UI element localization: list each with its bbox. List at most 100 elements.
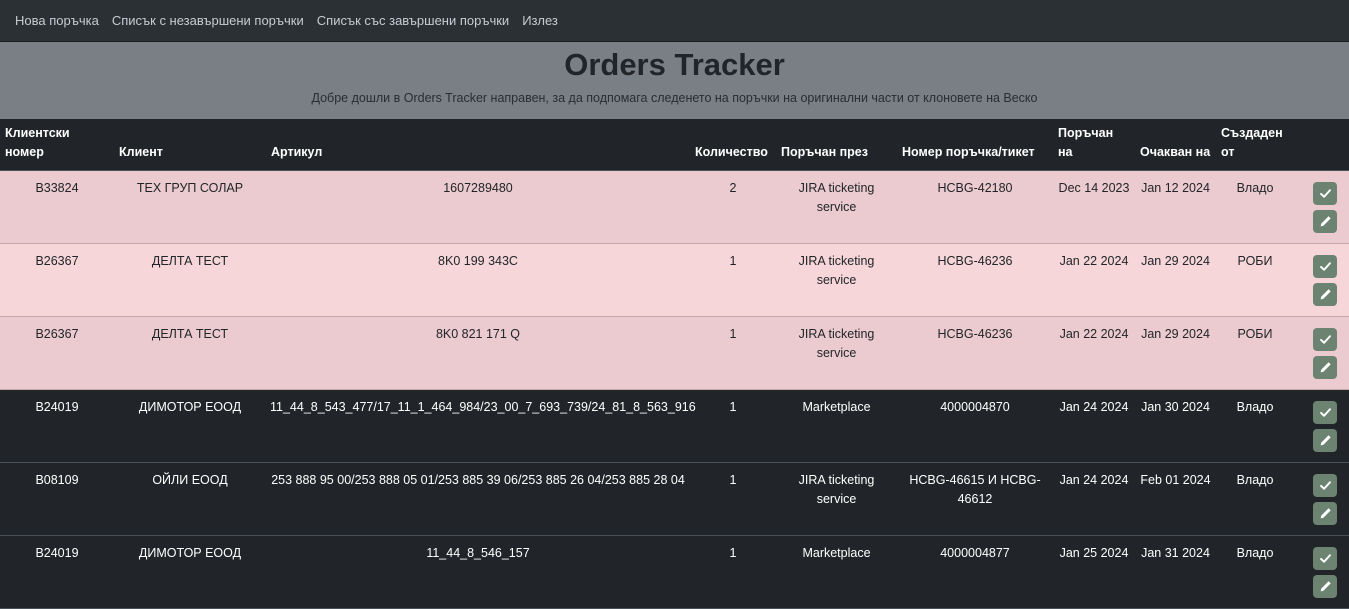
col-client-number: Клиентски номер [0,119,114,171]
cell-article: 11_44_8_543_477/17_11_1_464_984/23_00_7_… [266,389,696,463]
cell-quantity: 1 [690,243,776,317]
cell-ordered-via: Marketplace [776,389,897,463]
cell-ordered-on: Jan 24 2024 [1053,462,1135,536]
cell-actions [1294,389,1349,463]
cell-actions [1294,170,1349,244]
page-header: Orders Tracker Добре дошли в Orders Trac… [0,42,1349,119]
pencil-icon [1319,434,1332,447]
pencil-icon [1319,361,1332,374]
cell-actions [1294,316,1349,390]
cell-created-by: РОБИ [1216,243,1294,317]
cell-client: ДИМОТОР ЕООД [114,535,266,609]
col-ordered-via: Поръчан през [776,119,897,171]
mark-complete-button[interactable] [1313,401,1337,424]
col-ordered-on: Поръчан на [1053,119,1135,171]
edit-order-button[interactable] [1313,502,1337,525]
cell-quantity: 1 [690,316,776,390]
page-title: Orders Tracker [564,47,785,82]
cell-client-number: B26367 [0,316,114,390]
edit-order-button[interactable] [1313,575,1337,598]
cell-client-number: B24019 [0,389,114,463]
table-row: B24019 ДИМОТОР ЕООД 11_44_8_543_477/17_11_… [0,389,1349,463]
cell-article: 8K0 821 171 Q [266,316,690,390]
cell-client-number: B24019 [0,535,114,609]
cell-client-number: B26367 [0,243,114,317]
check-icon [1319,479,1332,492]
cell-ordered-on: Jan 24 2024 [1053,389,1135,463]
check-icon [1319,187,1332,200]
col-client: Клиент [114,119,266,171]
cell-ordered-via: JIRA ticketing service [776,316,897,390]
col-article: Артикул [266,119,690,171]
pencil-icon [1319,215,1332,228]
cell-quantity: 1 [690,389,776,463]
mark-complete-button[interactable] [1313,474,1337,497]
mark-complete-button[interactable] [1313,328,1337,351]
cell-client: ДЕЛТА ТЕСТ [114,243,266,317]
table-row: B33824 ТЕХ ГРУП СОЛАР 1607289480 2 JIRA tick… [0,170,1349,244]
cell-client-number: B08109 [0,462,114,536]
col-created-by: Създаден от [1216,119,1294,171]
table-header: Клиентски номер Клиент Артикул Количеств… [0,119,1349,171]
cell-ordered-on: Jan 22 2024 [1053,316,1135,390]
cell-client-number: B33824 [0,170,114,244]
cell-client: ОЙЛИ ЕООД [114,462,266,536]
cell-expected-on: Jan 31 2024 [1135,535,1216,609]
cell-article: 1607289480 [266,170,690,244]
cell-order-number: HCBG-46236 [897,243,1053,317]
edit-order-button[interactable] [1313,356,1337,379]
cell-quantity: 2 [690,170,776,244]
cell-article: 8K0 199 343C [266,243,690,317]
mark-complete-button[interactable] [1313,255,1337,278]
table-row: B24019 ДИМОТОР ЕООД 11_44_8_546_157 1 Market… [0,535,1349,609]
cell-actions [1294,243,1349,317]
nav-new-order[interactable]: Нова поръчка [15,13,99,28]
cell-quantity: 1 [690,462,776,536]
cell-ordered-on: Dec 14 2023 [1053,170,1135,244]
cell-expected-on: Feb 01 2024 [1135,462,1216,536]
col-order-number: Номер поръчка/тикет [897,119,1053,171]
cell-actions [1294,462,1349,536]
check-icon [1319,260,1332,273]
mark-complete-button[interactable] [1313,547,1337,570]
cell-expected-on: Jan 12 2024 [1135,170,1216,244]
cell-ordered-via: Marketplace [776,535,897,609]
check-icon [1319,333,1332,346]
cell-ordered-via: JIRA ticketing service [776,462,897,536]
cell-created-by: РОБИ [1216,316,1294,390]
col-actions [1294,119,1349,171]
edit-order-button[interactable] [1313,210,1337,233]
cell-ordered-on: Jan 22 2024 [1053,243,1135,317]
col-quantity: Количество [690,119,776,171]
cell-order-number: HCBG-42180 [897,170,1053,244]
nav-pending-orders[interactable]: Списък с незавършени поръчки [112,13,304,28]
edit-order-button[interactable] [1313,283,1337,306]
cell-client: ДИМОТОР ЕООД [114,389,266,463]
cell-client: ТЕХ ГРУП СОЛАР [114,170,266,244]
cell-expected-on: Jan 29 2024 [1135,316,1216,390]
cell-quantity: 1 [690,535,776,609]
table-row: B26367 ДЕЛТА ТЕСТ 8K0 199 343C 1 JIRA ticket… [0,243,1349,317]
cell-order-number: HCBG-46615 И HCBG-46612 [897,462,1053,536]
cell-expected-on: Jan 30 2024 [1135,389,1216,463]
page-subtitle: Добре дошли в Orders Tracker направен, з… [311,91,1038,105]
nav-logout[interactable]: Излез [522,13,558,28]
cell-created-by: Владо [1216,462,1294,536]
cell-ordered-via: JIRA ticketing service [776,170,897,244]
top-navbar: Нова поръчка Списък с незавършени поръчк… [0,0,1349,42]
cell-article: 11_44_8_546_157 [266,535,690,609]
pencil-icon [1319,288,1332,301]
cell-order-number: HCBG-46236 [897,316,1053,390]
cell-order-number: 4000004877 [897,535,1053,609]
pencil-icon [1319,507,1332,520]
cell-article: 253 888 95 00/253 888 05 01/253 885 39 0… [266,462,690,536]
pencil-icon [1319,580,1332,593]
table-body: B33824 ТЕХ ГРУП СОЛАР 1607289480 2 JIRA tick… [0,170,1349,609]
mark-complete-button[interactable] [1313,182,1337,205]
table-row: B26367 ДЕЛТА ТЕСТ 8K0 821 171 Q 1 JIRA ticke… [0,316,1349,390]
edit-order-button[interactable] [1313,429,1337,452]
col-expected-on: Очакван на [1135,119,1216,171]
cell-created-by: Владо [1216,170,1294,244]
nav-completed-orders[interactable]: Списък със завършени поръчки [317,13,509,28]
cell-ordered-on: Jan 25 2024 [1053,535,1135,609]
